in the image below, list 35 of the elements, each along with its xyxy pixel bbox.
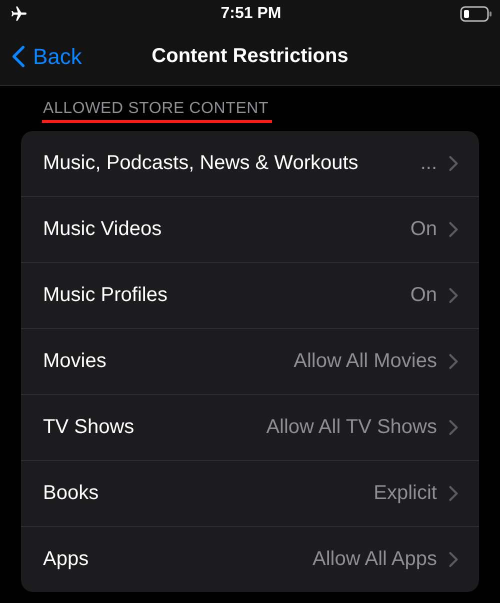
settings-row[interactable]: Music, Podcasts, News & Workouts ...: [21, 131, 479, 196]
row-value: Allow All TV Shows: [265, 416, 437, 439]
settings-row[interactable]: Movies Allow All Movies: [21, 328, 479, 394]
row-label: Music Profiles: [43, 284, 168, 307]
settings-row[interactable]: Music Videos On: [21, 196, 479, 262]
settings-row[interactable]: Apps Allow All Apps: [21, 526, 479, 592]
chevron-right-icon: [449, 156, 458, 171]
airplane-icon: [10, 5, 28, 23]
row-label: Movies: [43, 350, 106, 373]
row-label: Music, Podcasts, News & Workouts: [43, 152, 358, 175]
settings-row[interactable]: TV Shows Allow All TV Shows: [21, 394, 479, 460]
row-value: ...: [419, 152, 437, 175]
row-label: Books: [43, 482, 99, 505]
row-value: Explicit: [372, 482, 437, 505]
battery-icon: [460, 6, 492, 22]
row-label: TV Shows: [43, 416, 134, 439]
row-value: Allow All Movies: [292, 350, 437, 373]
chevron-right-icon: [449, 222, 458, 237]
chevron-left-icon: [12, 45, 25, 68]
row-label: Apps: [43, 548, 89, 571]
chevron-right-icon: [449, 486, 458, 501]
settings-row[interactable]: Music Profiles On: [21, 262, 479, 328]
back-button[interactable]: Back: [0, 44, 82, 70]
chevron-right-icon: [449, 420, 458, 435]
row-value: Allow All Apps: [311, 548, 437, 571]
row-value: On: [409, 284, 437, 307]
row-value: On: [409, 218, 437, 241]
settings-row[interactable]: Books Explicit: [21, 460, 479, 526]
page-title: Content Restrictions: [152, 45, 348, 68]
chevron-right-icon: [449, 354, 458, 369]
section-header: ALLOWED STORE CONTENT: [43, 100, 269, 118]
chevron-right-icon: [449, 288, 458, 303]
row-label: Music Videos: [43, 218, 162, 241]
chevron-right-icon: [449, 552, 458, 567]
status-time: 7:51 PM: [220, 5, 282, 23]
